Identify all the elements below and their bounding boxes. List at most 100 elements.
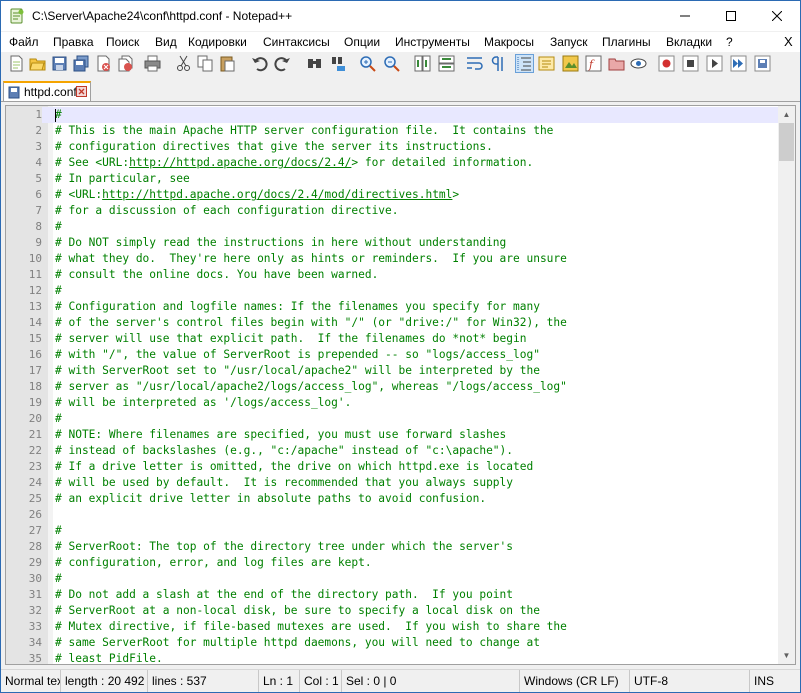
code-line[interactable]: 32 # ServerRoot at a non-local disk, be s… xyxy=(6,603,779,619)
code-line[interactable]: 27 # xyxy=(6,523,779,539)
code-line[interactable]: 17 # with ServerRoot set to "/usr/local/a… xyxy=(6,363,779,379)
cut-icon[interactable] xyxy=(175,55,192,72)
menu-run[interactable]: Запуск xyxy=(550,35,588,49)
code-line[interactable]: 31 # Do not add a slash at the end of the… xyxy=(6,587,779,603)
code-line[interactable]: 3 # configuration directives that give th… xyxy=(6,139,779,155)
code-line[interactable]: 11 # consult the online docs. You have be… xyxy=(6,267,779,283)
title-bar[interactable]: C:\Server\Apache24\conf\httpd.conf - Not… xyxy=(1,1,800,31)
code-line[interactable]: 1 # xyxy=(6,107,779,123)
menu-view[interactable]: Вид xyxy=(155,35,177,49)
save-all-icon[interactable] xyxy=(73,55,90,72)
copy-icon[interactable] xyxy=(197,55,214,72)
code-line[interactable]: 5 # In particular, see xyxy=(6,171,779,187)
function-list-icon[interactable]: f xyxy=(585,55,602,72)
word-wrap-icon[interactable] xyxy=(466,55,483,72)
code-line[interactable]: 7 # for a discussion of each configuratio… xyxy=(6,203,779,219)
line-text: # consult the online docs. You have been… xyxy=(55,268,379,281)
record-macro-icon[interactable] xyxy=(658,55,675,72)
find-icon[interactable] xyxy=(306,55,323,72)
close-tab-icon[interactable] xyxy=(76,86,87,97)
menu-search[interactable]: Поиск xyxy=(106,35,139,49)
menu-encoding[interactable]: Кодировки xyxy=(188,35,247,49)
sync-vertical-icon[interactable] xyxy=(414,55,431,72)
code-line[interactable]: 22 # instead of backslashes (e.g., "c:/ap… xyxy=(6,443,779,459)
menu-language[interactable]: Синтаксисы xyxy=(263,35,330,49)
maximize-button[interactable] xyxy=(708,1,754,31)
line-number: 9 xyxy=(6,235,42,251)
menu-macro[interactable]: Макросы xyxy=(484,35,534,49)
code-line[interactable]: 33 # Mutex directive, if file-based mutex… xyxy=(6,619,779,635)
code-line[interactable]: 28 # ServerRoot: The top of the directory… xyxy=(6,539,779,555)
paste-icon[interactable] xyxy=(219,55,236,72)
scrollbar-thumb[interactable] xyxy=(779,123,794,161)
menu-file[interactable]: Файл xyxy=(9,35,39,49)
menu-tools[interactable]: Инструменты xyxy=(395,35,470,49)
scroll-down-icon[interactable]: ▼ xyxy=(778,647,795,664)
new-file-icon[interactable] xyxy=(8,55,25,72)
url-link[interactable]: http://httpd.apache.org/docs/2.4/ xyxy=(129,156,351,169)
code-line[interactable]: 24 # will be used by default. It is recom… xyxy=(6,475,779,491)
monitoring-icon[interactable] xyxy=(630,55,647,72)
print-icon[interactable] xyxy=(144,55,161,72)
code-line[interactable]: 8 # xyxy=(6,219,779,235)
menu-window[interactable]: Вкладки xyxy=(666,35,712,49)
user-defined-lang-icon[interactable] xyxy=(538,55,555,72)
code-line[interactable]: 34 # same ServerRoot for multiple httpd d… xyxy=(6,635,779,651)
menu-settings[interactable]: Опции xyxy=(344,35,380,49)
code-line[interactable]: 26 xyxy=(6,507,779,523)
show-all-chars-icon[interactable] xyxy=(489,55,506,72)
code-line[interactable]: 35 # least PidFile. xyxy=(6,651,779,664)
close-icon[interactable] xyxy=(95,55,112,72)
close-all-icon[interactable] xyxy=(117,55,134,72)
url-link[interactable]: http://httpd.apache.org/docs/2.4/mod/dir… xyxy=(102,188,452,201)
menu-help[interactable]: ? xyxy=(726,35,733,49)
code-line[interactable]: 2 # This is the main Apache HTTP server c… xyxy=(6,123,779,139)
indent-guide-icon[interactable] xyxy=(515,54,534,73)
zoom-out-icon[interactable] xyxy=(383,55,400,72)
code-line[interactable]: 19 # will be interpreted as '/logs/access… xyxy=(6,395,779,411)
code-line[interactable]: 14 # of the server's control files begin … xyxy=(6,315,779,331)
replace-icon[interactable] xyxy=(330,55,347,72)
code-line[interactable]: 23 # If a drive letter is omitted, the dr… xyxy=(6,459,779,475)
code-line[interactable]: 15 # server will use that explicit path. … xyxy=(6,331,779,347)
editor-area[interactable]: 1 #2 # This is the main Apache HTTP server… xyxy=(5,105,796,665)
code-line[interactable]: 12 # xyxy=(6,283,779,299)
save-icon[interactable] xyxy=(51,55,68,72)
tab-label: httpd.conf xyxy=(24,85,77,99)
play-multiple-icon[interactable] xyxy=(730,55,747,72)
tab-httpd-conf[interactable]: httpd.conf xyxy=(3,81,91,101)
menu-edit[interactable]: Правка xyxy=(53,35,94,49)
sync-horizontal-icon[interactable] xyxy=(438,55,455,72)
menu-plugins[interactable]: Плагины xyxy=(602,35,651,49)
code-line[interactable]: 20 # xyxy=(6,411,779,427)
line-number: 13 xyxy=(6,299,42,315)
code-line[interactable]: 10 # what they do. They're here only as h… xyxy=(6,251,779,267)
code-line[interactable]: 13 # Configuration and logfile names: If … xyxy=(6,299,779,315)
code-line[interactable]: 4 # See <URL:http://httpd.apache.org/docs… xyxy=(6,155,779,171)
folder-as-workspace-icon[interactable] xyxy=(608,55,625,72)
code-line[interactable]: 18 # server as "/usr/local/apache2/logs/a… xyxy=(6,379,779,395)
line-number: 31 xyxy=(6,587,42,603)
code-line[interactable]: 9 # Do NOT simply read the instructions i… xyxy=(6,235,779,251)
scroll-up-icon[interactable]: ▲ xyxy=(778,106,795,123)
code-line[interactable]: 29 # configuration, error, and log files … xyxy=(6,555,779,571)
code-line[interactable]: 21 # NOTE: Where filenames are specified,… xyxy=(6,427,779,443)
close-document-button[interactable]: X xyxy=(784,34,793,49)
stop-record-icon[interactable] xyxy=(682,55,699,72)
close-window-button[interactable] xyxy=(754,1,800,31)
code-line[interactable]: 16 # with "/", the value of ServerRoot is… xyxy=(6,347,779,363)
minimize-button[interactable] xyxy=(662,1,708,31)
zoom-in-icon[interactable] xyxy=(359,55,376,72)
doc-map-icon[interactable] xyxy=(562,55,579,72)
open-file-icon[interactable] xyxy=(29,55,46,72)
vertical-scrollbar[interactable]: ▲ ▼ xyxy=(778,106,795,664)
play-macro-icon[interactable] xyxy=(706,55,723,72)
redo-icon[interactable] xyxy=(274,55,291,72)
code-line[interactable]: 30 # xyxy=(6,571,779,587)
code-line[interactable]: 25 # an explicit drive letter in absolute… xyxy=(6,491,779,507)
line-text: # Configuration and logfile names: If th… xyxy=(55,300,540,313)
save-macro-icon[interactable] xyxy=(754,55,771,72)
line-text: # Do not add a slash at the end of the d… xyxy=(55,588,514,601)
code-line[interactable]: 6 # <URL:http://httpd.apache.org/docs/2.4… xyxy=(6,187,779,203)
undo-icon[interactable] xyxy=(251,55,268,72)
